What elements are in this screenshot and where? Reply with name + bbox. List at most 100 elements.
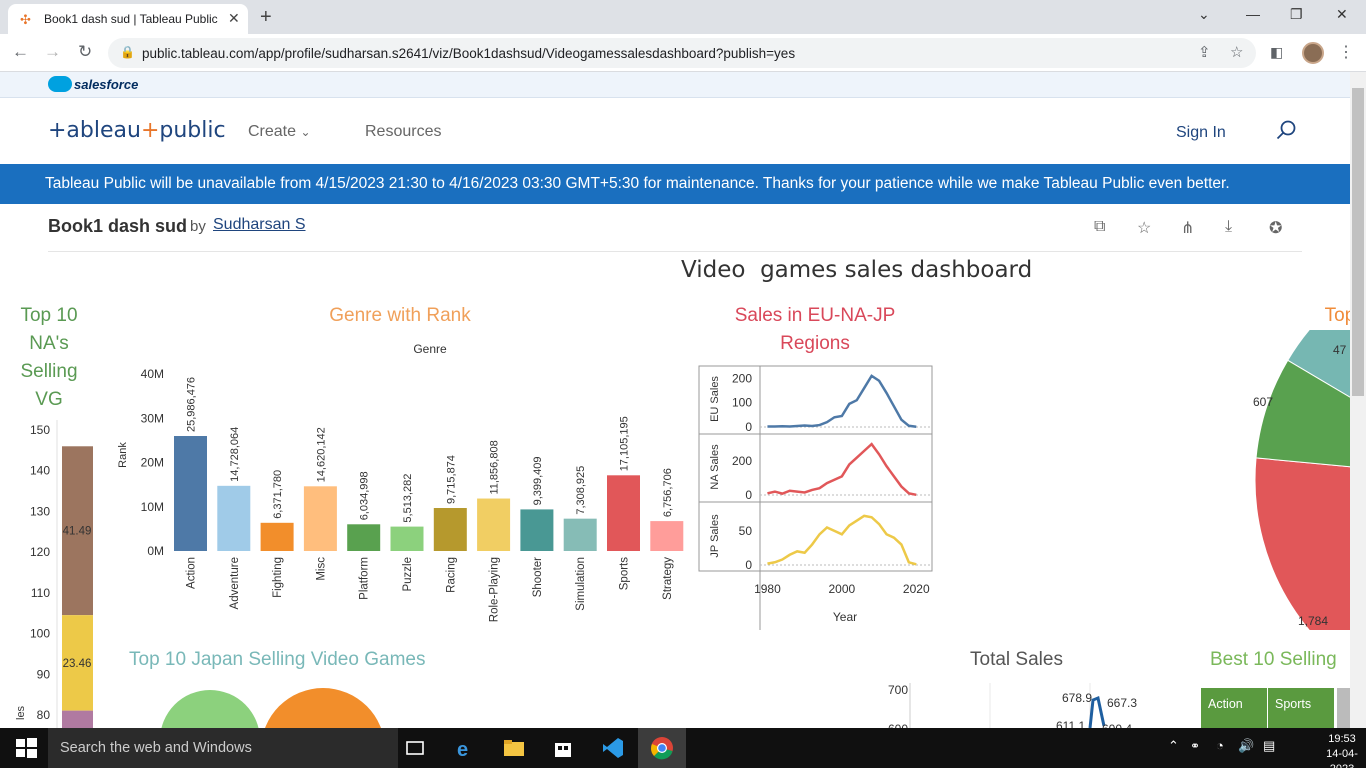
salesforce-bar: salesforce (0, 72, 1350, 98)
bubble[interactable] (261, 688, 385, 728)
side-panel-icon[interactable]: ◧ (1270, 44, 1283, 61)
back-icon[interactable]: ← (12, 42, 29, 62)
nav-create[interactable]: Create ⌄ (248, 123, 311, 141)
profile-avatar[interactable] (1302, 42, 1324, 64)
y-tick-label: 0 (745, 420, 752, 434)
series-line[interactable] (767, 374, 917, 428)
best-selling-cell[interactable]: Sports (1268, 688, 1334, 728)
new-tab-icon[interactable]: + (260, 6, 272, 29)
best-selling-cell[interactable]: Action (1201, 688, 1267, 728)
best-selling-cell[interactable] (1337, 688, 1350, 728)
series-axis-label: NA Sales (709, 444, 721, 490)
badge-icon[interactable]: ✪ (1269, 218, 1287, 237)
genre-bar[interactable] (607, 475, 640, 551)
genre-bar[interactable] (563, 518, 597, 551)
task-view-icon[interactable] (404, 736, 428, 760)
salesforce-label[interactable]: salesforce (74, 77, 138, 92)
taskbar-search-box[interactable]: Search the web and Windows (48, 728, 398, 768)
genre-bar[interactable] (650, 521, 684, 551)
japan-bubble-chart (160, 688, 385, 728)
total-value-label: 678.9 (1062, 691, 1092, 705)
wifi-icon[interactable]: ◔ (1216, 738, 1224, 753)
y-tick-label: 700 (888, 683, 908, 697)
bar-value-label: 17,105,195 (619, 416, 631, 471)
x-tick-label: Action (186, 557, 198, 589)
total-value-label: 611.1 (1056, 719, 1085, 728)
tab-title: Book1 dash sud | Tableau Public (44, 12, 218, 26)
notification-icon[interactable]: ▤ (1263, 738, 1275, 754)
na-stacked-bar-chart: 150 140 130 120 110 100 90 80 41.49 23.46 les (15, 420, 93, 728)
tableau-public-logo[interactable]: +ableau+public (48, 118, 226, 143)
close-window-icon[interactable]: ✕ (1336, 6, 1348, 23)
volume-icon[interactable]: 🔊 (1238, 738, 1254, 754)
share-icon[interactable]: ⇪ (1198, 43, 1211, 61)
tray-chevron-icon[interactable]: ⌃ (1168, 738, 1179, 754)
reload-icon[interactable]: ↻ (78, 42, 92, 62)
site-header: +ableau+public Create ⌄ Resources Sign I… (0, 98, 1350, 164)
bubble[interactable] (160, 690, 260, 728)
y-tick-label: 40M (141, 367, 164, 381)
chrome-icon[interactable] (650, 736, 674, 760)
y-tick-label: 20M (141, 456, 164, 470)
genre-header: Genre (413, 342, 447, 356)
svg-text:e: e (457, 739, 468, 760)
genre-bar[interactable] (520, 509, 554, 551)
file-explorer-icon[interactable] (502, 736, 526, 760)
bar-value-label: 6,756,706 (662, 468, 674, 517)
genre-bar[interactable] (347, 524, 381, 551)
bar-value-label: 11,856,808 (489, 440, 501, 494)
edge-icon[interactable]: e (454, 736, 478, 760)
favorite-star-icon[interactable]: ☆ (1137, 218, 1155, 237)
browser-tab-strip: ✣ Book1 dash sud | Tableau Public ✕ + ⌄ … (0, 0, 1366, 34)
download-icon[interactable]: ⤓ (1225, 218, 1243, 236)
taskbar-clock[interactable]: 19:53 14-04-2023 (1318, 732, 1366, 777)
y-tick-label: 0 (745, 488, 752, 502)
scrollbar-thumb[interactable] (1352, 88, 1364, 396)
genre-bar[interactable] (433, 508, 467, 551)
store-icon[interactable] (551, 736, 575, 760)
genre-bar[interactable] (260, 522, 294, 551)
pie-label: 1,784 (1298, 614, 1328, 628)
genre-bar[interactable] (217, 485, 251, 551)
x-tick-label: Misc (315, 557, 327, 581)
series-line[interactable] (767, 442, 917, 497)
salesforce-cloud-icon (48, 76, 72, 92)
genre-bar[interactable] (390, 526, 424, 551)
x-tick-label: Racing (445, 557, 457, 593)
maximize-icon[interactable]: ❐ (1290, 6, 1303, 23)
minimize-icon[interactable]: — (1246, 6, 1260, 22)
na-chart-title: Top 10 NA's Selling VG (20, 305, 78, 410)
series-line[interactable] (767, 514, 917, 566)
share-icon[interactable]: ⋔ (1181, 218, 1199, 237)
bookmark-star-icon[interactable]: ☆ (1230, 43, 1243, 61)
y-tick-label: 100 (30, 627, 50, 641)
author-link[interactable]: Sudharsan S (213, 216, 306, 234)
genre-bar[interactable] (303, 486, 337, 551)
close-tab-icon[interactable]: ✕ (228, 10, 240, 27)
viz-title: Book1 dash sud (48, 216, 188, 236)
vscode-icon[interactable] (601, 736, 625, 760)
browser-tab[interactable]: ✣ Book1 dash sud | Tableau Public ✕ (8, 4, 248, 34)
stacked-segment[interactable] (62, 710, 93, 728)
y-tick-label: 120 (30, 545, 50, 559)
copy-icon[interactable]: ⧉ (1094, 218, 1112, 236)
browser-menu-icon[interactable]: ⋮ (1338, 42, 1354, 62)
genre-bar[interactable] (477, 498, 511, 551)
sign-in-link[interactable]: Sign In (1176, 124, 1226, 142)
forward-icon[interactable]: → (44, 42, 61, 62)
windows-start-icon[interactable] (14, 736, 38, 760)
search-icon[interactable] (1276, 120, 1296, 140)
y-tick-label: 100 (732, 396, 752, 410)
genre-bar[interactable] (174, 436, 207, 551)
regions-chart-title: Sales in EU-NA-JP Regions (734, 305, 896, 354)
x-tick-label: Simulation (575, 557, 587, 611)
address-bar[interactable]: 🔒 public.tableau.com/app/profile/sudhars… (108, 38, 1256, 68)
genre-rank-chart: Genre Rank 40M 30M 20M 10M 0M 25,986,476 Acti… (117, 342, 684, 622)
tab-search-icon[interactable]: ⌄ (1198, 6, 1210, 23)
nav-resources[interactable]: Resources (365, 123, 441, 141)
people-icon[interactable]: ⚭ (1190, 739, 1200, 753)
year-axis-label: Year (833, 610, 857, 624)
y-tick-label: 200 (732, 454, 752, 468)
dashboard-title: Video games sales dashboard (681, 257, 1033, 283)
bar-value-label: 14,620,142 (315, 427, 327, 482)
